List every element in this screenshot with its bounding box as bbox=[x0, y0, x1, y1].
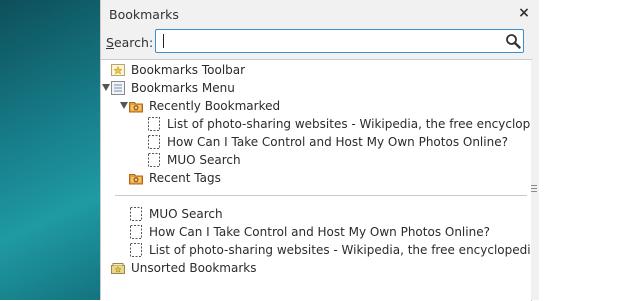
bookmark-page-icon bbox=[130, 207, 142, 221]
search-label: Search: bbox=[106, 35, 153, 50]
tree-item-unsorted-bookmarks[interactable]: Unsorted Bookmarks bbox=[101, 259, 531, 277]
sidebar-title: Bookmarks bbox=[109, 7, 179, 22]
tree-item-bookmark[interactable]: List of photo-sharing websites - Wikiped… bbox=[101, 115, 556, 133]
tree-item-bookmark[interactable]: How Can I Take Control and Host My Own P… bbox=[101, 133, 531, 151]
smart-folder-icon bbox=[129, 102, 143, 113]
text-caret bbox=[163, 34, 164, 48]
smart-folder-icon bbox=[129, 174, 143, 185]
desktop-background bbox=[0, 0, 100, 300]
tree-item-label: List of photo-sharing websites - Wikiped… bbox=[167, 117, 556, 131]
expand-twisty-icon[interactable] bbox=[120, 102, 128, 109]
sidebar-resize-handle[interactable] bbox=[531, 185, 537, 195]
tree-item-bookmark[interactable]: How Can I Take Control and Host My Own P… bbox=[101, 223, 531, 241]
close-icon[interactable]: × bbox=[517, 6, 531, 20]
unsorted-bookmarks-icon bbox=[111, 263, 125, 274]
tree-item-label: How Can I Take Control and Host My Own P… bbox=[149, 225, 490, 239]
bookmarks-toolbar-icon bbox=[111, 64, 125, 76]
bookmark-page-icon bbox=[130, 243, 142, 257]
bookmark-page-icon bbox=[130, 225, 142, 239]
tree-item-bookmark[interactable]: MUO Search bbox=[101, 205, 531, 223]
bookmark-page-icon bbox=[148, 153, 160, 167]
tree-item-bookmark[interactable]: List of photo-sharing websites - Wikiped… bbox=[101, 241, 538, 259]
sidebar-header: Bookmarks × bbox=[101, 0, 539, 28]
expand-twisty-icon[interactable] bbox=[102, 84, 110, 91]
search-label-accel: S bbox=[106, 35, 114, 50]
search-icon[interactable] bbox=[505, 33, 521, 49]
bookmark-page-icon bbox=[148, 117, 160, 131]
bookmark-page-icon bbox=[148, 135, 160, 149]
scrollbar[interactable] bbox=[531, 60, 539, 300]
menu-separator bbox=[115, 195, 527, 196]
tree-item-label: Unsorted Bookmarks bbox=[131, 261, 257, 275]
page-content bbox=[539, 0, 640, 300]
tree-item-label: MUO Search bbox=[149, 207, 223, 221]
tree-item-recently-bookmarked[interactable]: Recently Bookmarked bbox=[101, 97, 531, 115]
tree-item-label: Recent Tags bbox=[149, 171, 221, 185]
tree-item-bookmark[interactable]: MUO Search bbox=[101, 151, 531, 169]
search-input[interactable] bbox=[166, 32, 496, 50]
tree-item-label: How Can I Take Control and Host My Own P… bbox=[167, 135, 508, 149]
tree-item-label: Recently Bookmarked bbox=[149, 99, 281, 113]
tree-item-bookmarks-toolbar[interactable]: Bookmarks Toolbar bbox=[101, 61, 531, 79]
tree-item-label: List of photo-sharing websites - Wikiped… bbox=[149, 243, 538, 257]
tree-item-label: Bookmarks Menu bbox=[131, 81, 235, 95]
bookmarks-sidebar: Bookmarks × Search: Bookmarks Toolbar Bo… bbox=[100, 0, 556, 301]
tree-item-label: MUO Search bbox=[167, 153, 241, 167]
tree-item-label: Bookmarks Toolbar bbox=[131, 63, 246, 77]
search-field[interactable] bbox=[155, 29, 524, 53]
bookmarks-menu-icon bbox=[111, 81, 125, 95]
tree-item-bookmarks-menu[interactable]: Bookmarks Menu bbox=[101, 79, 531, 97]
tree-item-recent-tags[interactable]: Recent Tags bbox=[101, 169, 531, 187]
bookmarks-tree[interactable]: Bookmarks Toolbar Bookmarks Menu Recentl… bbox=[101, 59, 556, 301]
search-label-rest: earch: bbox=[113, 35, 154, 50]
